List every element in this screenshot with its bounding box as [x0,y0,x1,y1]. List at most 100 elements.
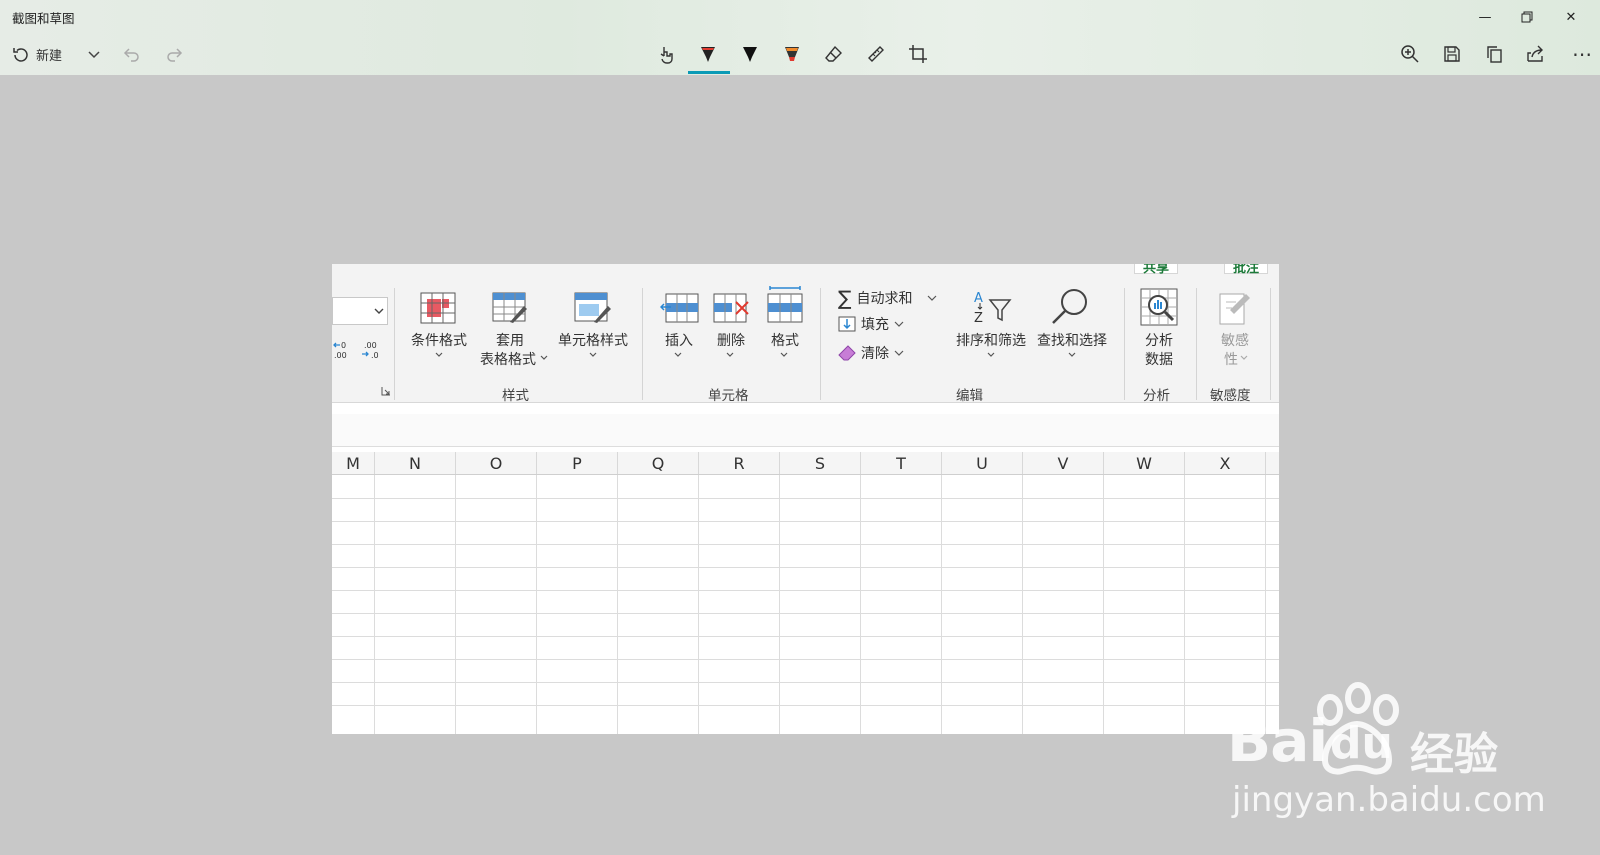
format-label[interactable]: 格式 [760,330,810,350]
new-snip-button[interactable]: 新建 [12,42,74,66]
ballpoint-pen-button[interactable] [694,42,722,66]
app-title: 截图和草图 [12,11,75,26]
format-as-table-label-1[interactable]: 套用 [482,330,538,350]
increase-decimal-icon: .00.0 [362,341,379,360]
autosum-label: 自动求和 [856,291,913,307]
column-header: O [456,452,537,474]
analysis-group-label: 分析 [1143,388,1170,404]
format-as-table-icon [492,292,527,323]
share-icon [1527,45,1543,62]
close-button[interactable]: ✕ [1556,6,1586,28]
crop-button[interactable] [904,42,932,66]
copy-button[interactable] [1480,42,1508,66]
sensitivity-icon [1219,293,1250,325]
save-icon [1444,46,1460,62]
styles-group-label: 样式 [502,388,529,404]
fill-label: 填充 [861,317,889,333]
save-button[interactable] [1438,42,1466,66]
number-format-combobox [332,297,388,325]
zoom-icon [1401,45,1419,63]
restore-button[interactable] [1512,6,1542,28]
sigma-icon: ∑ [838,286,852,310]
clear-label: 清除 [861,346,889,362]
ribbon-separator [1124,288,1125,400]
autosum-button[interactable]: ∑ 自动求和 [838,286,937,310]
close-icon: ✕ [1565,9,1577,25]
redo-button[interactable] [162,42,186,66]
chevron-down-icon [1240,355,1248,360]
ballpoint-pen-icon [701,47,715,62]
more-icon: ⋯ [1572,42,1592,66]
ribbon-separator [820,288,821,400]
delete-label[interactable]: 删除 [706,330,756,350]
chevron-down-icon [894,321,904,327]
conditional-format-icon [420,292,456,324]
excel-ribbon: 共享 批注 0.00 .00.0 条件格式 套用 表格格式 单元格样式 样式 插… [332,264,1279,404]
column-header: Q [618,452,699,474]
fill-down-icon [838,316,856,332]
active-tool-indicator [688,71,730,74]
crop-icon [909,45,927,63]
ruler-button[interactable] [862,42,890,66]
column-header: R [699,452,780,474]
share-peek: 共享 [1134,264,1179,276]
svg-text:A: A [974,291,983,306]
copy-icon [1487,46,1502,63]
watermark-jingyan: 经验 [1410,729,1498,780]
eraser-icon [825,45,842,62]
analyze-label-1[interactable]: 分析 [1136,330,1182,350]
minimize-button[interactable]: — [1470,6,1500,28]
eraser-button[interactable] [820,42,848,66]
pencil-button[interactable] [736,42,764,66]
svg-text:.0: .0 [371,351,379,360]
column-header: W [1104,452,1185,474]
editing-group-label: 编辑 [956,388,983,404]
restore-icon [1521,11,1533,23]
chevron-down-icon [540,355,548,360]
ribbon-separator [1196,288,1197,400]
more-button[interactable]: ⋯ [1568,42,1596,66]
sort-filter-label[interactable]: 排序和筛选 [948,330,1034,350]
clear-eraser-icon [838,345,856,361]
touch-writing-button[interactable] [652,42,680,66]
share-button[interactable] [1522,42,1550,66]
ruler-icon [868,46,884,62]
chevron-down-icon [987,352,995,357]
format-as-table-label-2[interactable]: 表格格式 [470,349,546,369]
svg-text:.00: .00 [364,341,377,350]
chevron-down-icon [589,352,597,357]
insert-cells-icon [660,293,699,323]
column-header-row: M N O P Q R S T U V W X [332,452,1279,475]
undo-button[interactable] [120,42,144,66]
chevron-down-icon [374,308,384,314]
chevron-down-icon [88,51,100,59]
fill-button[interactable]: 填充 [838,314,904,334]
chevron-down-icon [928,295,937,301]
ribbon-separator [642,288,643,400]
sensitivity-group-label: 敏感度 [1210,388,1251,404]
column-header: S [780,452,861,474]
chevron-down-icon [674,352,682,357]
insert-label[interactable]: 插入 [654,330,704,350]
find-select-label[interactable]: 查找和选择 [1030,330,1114,350]
zoom-button[interactable] [1396,42,1424,66]
sort-filter-icon: AZ [974,291,1012,326]
clear-button[interactable]: 清除 [838,343,904,363]
column-header: T [861,452,942,474]
sensitivity-label-1[interactable]: 敏感 [1212,330,1258,350]
column-header: M [332,452,375,474]
highlighter-button[interactable] [778,42,806,66]
new-snip-dropdown[interactable] [84,42,104,66]
analyze-label-2[interactable]: 数据 [1136,349,1182,369]
analyze-data-icon [1140,288,1178,326]
format-cells-icon [767,286,803,323]
svg-text:.00: .00 [334,351,347,360]
column-header: P [537,452,618,474]
chevron-down-icon [435,352,443,357]
conditional-format-label[interactable]: 条件格式 [404,330,474,350]
cell-styles-label[interactable]: 单元格样式 [550,330,636,350]
pencil-icon [743,47,757,62]
chevron-down-icon [726,352,734,357]
column-header: X [1185,452,1266,474]
snip-image: 共享 批注 0.00 .00.0 条件格式 套用 表格格式 单元格样式 样式 插… [332,264,1279,734]
